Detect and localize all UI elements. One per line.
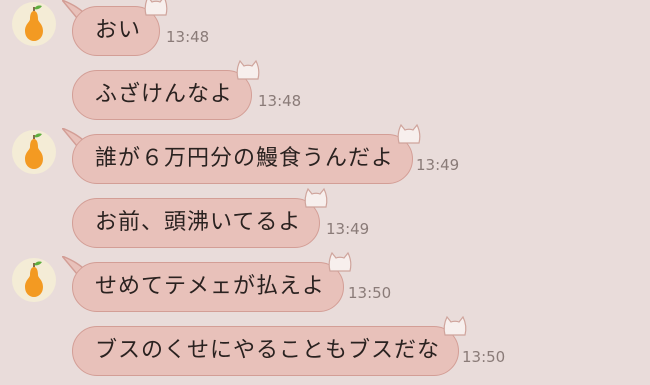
timestamp: 13:49 — [326, 220, 370, 238]
pear-icon — [25, 133, 43, 169]
message-row: 誰が６万円分の鰻食うんだよ 13:49 — [0, 123, 650, 186]
message-bubble[interactable]: せめてテメェが払えよ — [72, 251, 352, 312]
cat-ears-icon — [236, 59, 260, 80]
message-bubble[interactable]: ふざけんなよ — [72, 59, 260, 120]
message-bubble[interactable]: おい — [72, 0, 168, 56]
message-row: お前、頭沸いてるよ 13:49 — [0, 187, 650, 250]
timestamp: 13:50 — [462, 348, 506, 366]
message-row: ブスのくせにやることもブスだな 13:50 — [0, 315, 650, 378]
pear-icon — [25, 5, 43, 41]
message-text: 誰が６万円分の鰻食うんだよ — [95, 146, 395, 171]
avatar[interactable] — [12, 130, 56, 174]
message-row: せめてテメェが払えよ 13:50 — [0, 251, 650, 314]
message-text: ブスのくせにやることもブスだな — [95, 338, 441, 363]
timestamp: 13:50 — [348, 284, 392, 302]
avatar[interactable] — [12, 2, 56, 46]
pear-icon — [25, 261, 43, 297]
message-bubble[interactable]: 誰が６万円分の鰻食うんだよ — [72, 123, 421, 184]
timestamp: 13:48 — [166, 28, 210, 46]
cat-ears-icon — [397, 123, 421, 144]
cat-ears-icon — [328, 251, 352, 272]
message-text: おい — [95, 18, 142, 43]
cat-ears-icon — [443, 315, 467, 336]
message-row: ふざけんなよ 13:48 — [0, 59, 650, 122]
cat-ears-icon — [144, 0, 168, 16]
message-bubble[interactable]: お前、頭沸いてるよ — [72, 187, 328, 248]
avatar[interactable] — [12, 258, 56, 302]
message-row: おい 13:48 — [0, 0, 650, 58]
message-text: お前、頭沸いてるよ — [95, 210, 302, 235]
timestamp: 13:49 — [416, 156, 460, 174]
cat-ears-icon — [304, 187, 328, 208]
message-bubble[interactable]: ブスのくせにやることもブスだな — [72, 315, 467, 376]
timestamp: 13:48 — [258, 92, 302, 110]
message-text: ふざけんなよ — [95, 82, 234, 107]
message-text: せめてテメェが払えよ — [95, 274, 326, 299]
